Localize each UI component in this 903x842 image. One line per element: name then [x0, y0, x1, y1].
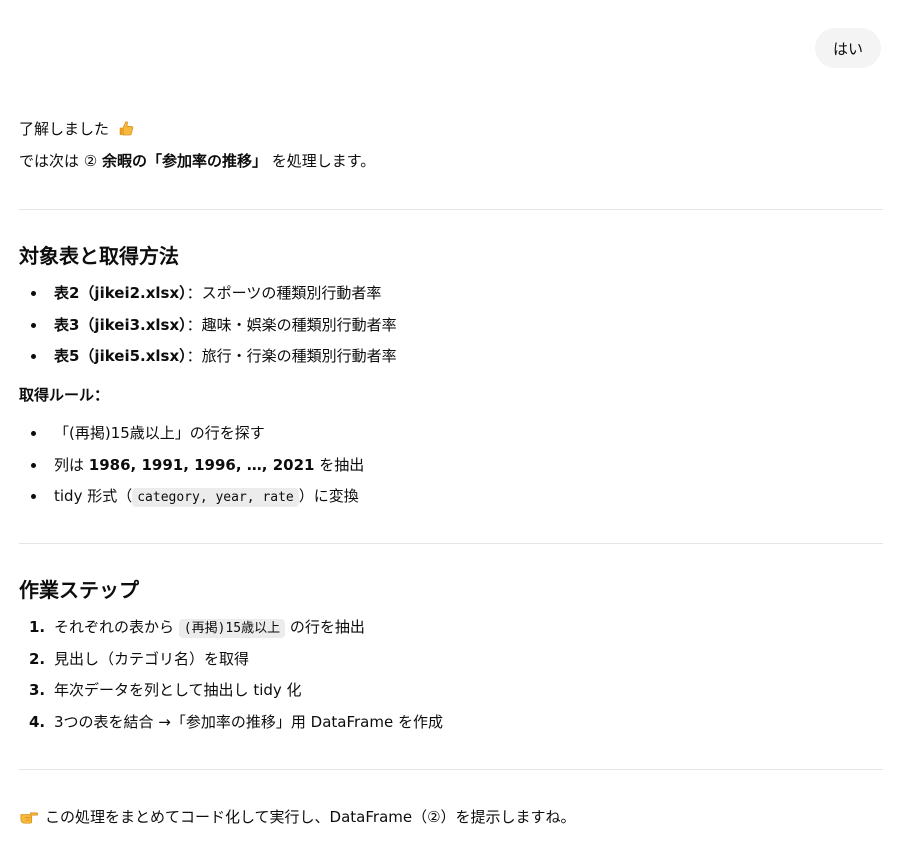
- bullet: [31, 322, 36, 328]
- step-text: 3つの表を結合 →「参加率の推移」用 DataFrame を作成: [54, 712, 443, 731]
- step-item: 2. 見出し（カテゴリ名）を取得: [19, 648, 443, 680]
- chat-transcript: はい 了解しました では次は ② 余暇の「参加率の推移」 を処理します。 対象表…: [0, 0, 903, 842]
- rule-prefix: tidy 形式（: [54, 487, 133, 505]
- next-step-suffix: を処理します。: [267, 152, 376, 170]
- target-tables-list: 表2（jikei2.xlsx）：スポーツの種類別行動者率 表3（jikei3.x…: [19, 282, 397, 377]
- step-prefix: それぞれの表から: [54, 618, 179, 636]
- rule-text: 「(再掲)15歳以上」の行を探す: [54, 424, 265, 442]
- bullet: [31, 431, 36, 436]
- table-description: ：スポーツの種類別行動者率: [186, 284, 382, 302]
- bullet: [31, 354, 36, 359]
- step-text: 年次データを列として抽出し tidy 化: [54, 681, 302, 699]
- inline-code: category, year, rate: [132, 488, 299, 507]
- divider: [19, 769, 883, 770]
- table-name: 表3（jikei3.xlsx）: [54, 315, 187, 334]
- step-item: 3. 年次データを列として抽出し tidy 化: [19, 679, 443, 711]
- step-number: 1.: [29, 618, 46, 636]
- bullet: [31, 291, 36, 296]
- rule-suffix: を抽出: [314, 455, 365, 474]
- divider: [19, 209, 883, 210]
- rule-prefix: 列は: [54, 455, 89, 474]
- list-item: 列は 1986, 1991, 1996, …, 2021 を抽出: [19, 454, 364, 486]
- user-message-bubble: はい: [814, 28, 881, 68]
- intro-text: 了解しました: [19, 120, 110, 138]
- next-step-line: では次は ② 余暇の「参加率の推移」 を処理します。: [19, 150, 375, 172]
- closing-text: この処理をまとめてコード化して実行し、DataFrame（②）を提示しますね。: [45, 808, 576, 826]
- steps-list: 1. それぞれの表から (再掲)15歳以上 の行を抽出 2. 見出し（カテゴリ名…: [19, 616, 443, 742]
- thumbs-up-icon: [119, 121, 134, 136]
- step-number: 3.: [29, 681, 46, 699]
- section-heading-target-tables: 対象表と取得方法: [19, 244, 179, 268]
- step-text: 見出し（カテゴリ名）を取得: [54, 649, 250, 668]
- table-name: 表2（jikei2.xlsx）: [54, 284, 187, 302]
- user-message-text: はい: [832, 39, 863, 58]
- table-name: 表5（jikei5.xlsx）: [54, 347, 187, 365]
- step-suffix: の行を抽出: [285, 618, 365, 636]
- rule-years: 1986, 1991, 1996, …, 2021: [88, 455, 315, 474]
- inline-code: (再掲)15歳以上: [178, 619, 286, 638]
- closing-line: この処理をまとめてコード化して実行し、DataFrame（②）を提示しますね。: [19, 806, 576, 828]
- list-item: 表3（jikei3.xlsx）：趣味・娯楽の種類別行動者率: [19, 314, 397, 346]
- list-item: 「(再掲)15歳以上」の行を探す: [19, 422, 364, 454]
- rules-list: 「(再掲)15歳以上」の行を探す 列は 1986, 1991, 1996, …,…: [19, 422, 364, 517]
- next-step-prefix: では次は ②: [19, 152, 102, 170]
- step-number: 2.: [29, 649, 46, 668]
- bullet: [31, 494, 36, 499]
- section-heading-steps: 作業ステップ: [19, 578, 139, 602]
- pointing-hand-icon: [20, 812, 39, 824]
- step-item: 1. それぞれの表から (再掲)15歳以上 の行を抽出: [19, 616, 443, 648]
- list-item: tidy 形式（ category, year, rate ）に変換: [19, 485, 364, 517]
- intro-line: 了解しました: [19, 118, 135, 140]
- table-description: ：趣味・娯楽の種類別行動者率: [186, 315, 397, 334]
- rules-heading: 取得ルール：: [19, 386, 110, 404]
- step-item: 4. 3つの表を結合 →「参加率の推移」用 DataFrame を作成: [19, 711, 443, 743]
- step-number: 4.: [29, 712, 46, 731]
- list-item: 表2（jikei2.xlsx）：スポーツの種類別行動者率: [19, 282, 397, 314]
- next-step-bold: 余暇の「参加率の推移」: [101, 152, 267, 170]
- list-item: 表5（jikei5.xlsx）：旅行・行楽の種類別行動者率: [19, 345, 397, 377]
- divider: [19, 543, 883, 544]
- bullet: [31, 462, 36, 468]
- table-description: ：旅行・行楽の種類別行動者率: [186, 347, 397, 365]
- rule-suffix: ）に変換: [298, 487, 359, 505]
